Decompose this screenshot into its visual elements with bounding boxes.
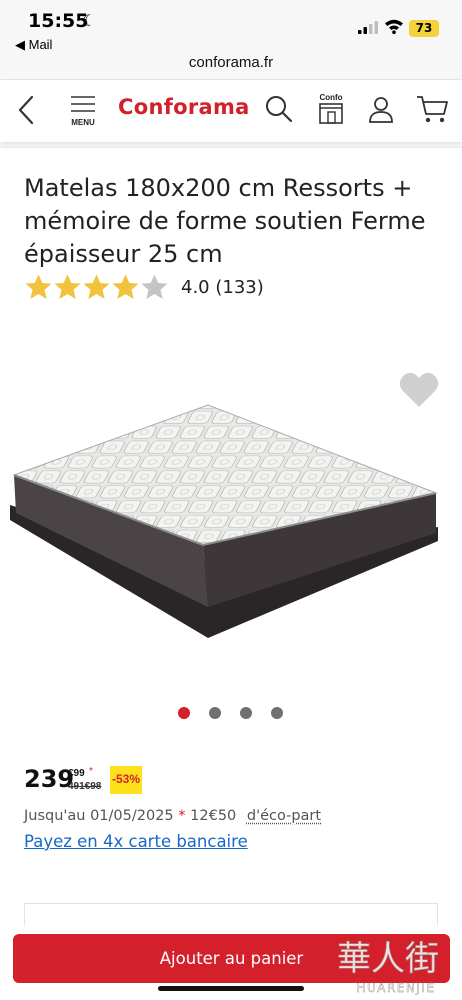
- eco-date: Jusqu'au 01/05/2025: [24, 808, 174, 824]
- watermark-chars: 華人街: [337, 939, 439, 979]
- payment-installments-link[interactable]: Payez en 4x carte bancaire: [24, 832, 248, 851]
- conforama-logo[interactable]: Conforama: [118, 95, 250, 119]
- product-title: Matelas 180x200 cm Ressorts + mémoire de…: [24, 174, 426, 268]
- menu-icon: [71, 96, 95, 112]
- price-asterisk: *: [89, 766, 93, 777]
- cart-icon[interactable]: [415, 94, 449, 124]
- site-header: MENU Conforama Confo: [0, 80, 462, 142]
- account-icon[interactable]: [366, 94, 396, 124]
- carousel-dot[interactable]: [271, 707, 283, 719]
- wifi-icon: [385, 19, 403, 34]
- rating-stars: [24, 273, 169, 301]
- price-main: 239: [24, 765, 75, 793]
- confo-store-button[interactable]: Confo: [316, 93, 346, 125]
- eco-asterisk: *: [178, 808, 186, 824]
- carousel-dot[interactable]: [209, 707, 221, 719]
- header-divider: [0, 146, 462, 148]
- eco-participation: Jusqu'au 01/05/2025 * 12€50 d'éco-part: [24, 808, 321, 824]
- menu-button[interactable]: MENU: [68, 94, 98, 130]
- product-image[interactable]: [8, 395, 444, 645]
- star-icon: [112, 274, 139, 299]
- huarenjie-watermark: 華人街 HUARENJIE: [337, 939, 440, 996]
- focus-moon-icon: ☾: [82, 13, 97, 30]
- back-to-mail-link[interactable]: ◀ Mail: [15, 37, 52, 53]
- discount-badge: -53%: [110, 766, 142, 794]
- star-icon: [141, 274, 168, 299]
- price-cents: €99: [68, 768, 85, 779]
- rating-text: 4.0 (133): [181, 276, 264, 298]
- carousel-dot[interactable]: [178, 707, 190, 719]
- carousel-dot[interactable]: [240, 707, 252, 719]
- image-carousel-dots: [178, 707, 283, 719]
- eco-part-link[interactable]: d'éco-part: [247, 808, 321, 824]
- search-icon[interactable]: [264, 94, 294, 124]
- home-indicator: [158, 986, 304, 991]
- back-chevron-icon[interactable]: [14, 94, 38, 126]
- menu-label: MENU: [71, 118, 95, 127]
- confo-store-icon: [319, 103, 343, 124]
- address-bar[interactable]: conforama.fr: [0, 52, 462, 80]
- star-icon: [83, 274, 110, 299]
- battery-indicator: 73: [409, 20, 439, 37]
- status-bar: 15:55 ☾ ◀ Mail 73: [0, 0, 462, 52]
- status-time: 15:55: [28, 10, 89, 32]
- old-price: 491€98: [68, 781, 102, 792]
- star-icon: [54, 274, 81, 299]
- cellular-signal-icon: [358, 21, 378, 34]
- product-rating[interactable]: 4.0 (133): [24, 272, 264, 302]
- eco-amount: 12€50: [190, 808, 237, 824]
- star-icon: [25, 274, 52, 299]
- watermark-latin: HUARENJIE: [356, 981, 435, 995]
